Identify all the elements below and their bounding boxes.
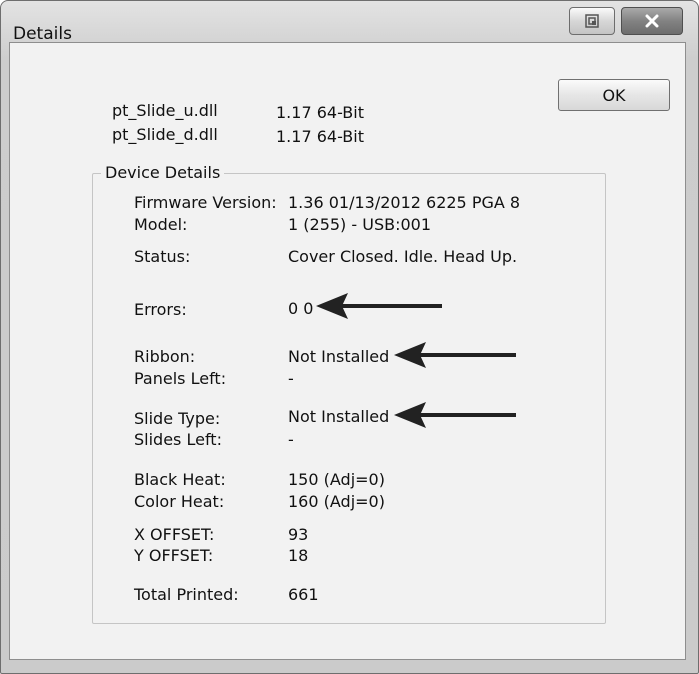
ribbon-label: Ribbon: <box>134 347 196 366</box>
color-heat-label: Color Heat: <box>134 492 225 511</box>
color-heat-value: 160 (Adj=0) <box>288 492 385 511</box>
firmware-label: Firmware Version: <box>134 193 277 212</box>
status-label: Status: <box>134 247 191 266</box>
y-offset-value: 18 <box>288 546 309 565</box>
status-value: Cover Closed. Idle. Head Up. <box>288 247 518 266</box>
restore-button[interactable] <box>569 7 615 35</box>
dll-name: pt_Slide_u.dll <box>112 101 218 120</box>
total-printed-value: 661 <box>288 585 319 604</box>
arrow-icon <box>394 342 516 368</box>
close-icon <box>645 14 659 28</box>
ok-button[interactable]: OK <box>558 79 670 111</box>
black-heat-value: 150 (Adj=0) <box>288 470 385 489</box>
details-window: Details OK pt_Slide_u.dll 1.17 64-Bit pt… <box>0 0 699 674</box>
total-printed-label: Total Printed: <box>134 585 239 604</box>
x-offset-value: 93 <box>288 525 309 544</box>
group-label: Device Details <box>101 163 225 182</box>
arrow-icon <box>316 293 442 319</box>
model-value: 1 (255) - USB:001 <box>288 215 432 234</box>
slide-type-label: Slide Type: <box>134 409 221 428</box>
arrow-icon <box>394 402 516 428</box>
panels-left-value: - <box>288 369 294 388</box>
dll-version: 1.17 64-Bit <box>276 127 364 146</box>
restore-icon <box>585 14 599 28</box>
dll-name: pt_Slide_d.dll <box>112 125 218 144</box>
panels-left-label: Panels Left: <box>134 369 227 388</box>
slide-type-value: Not Installed <box>288 407 390 426</box>
firmware-value: 1.36 01/13/2012 6225 PGA 8 <box>288 193 521 212</box>
black-heat-label: Black Heat: <box>134 470 226 489</box>
errors-value: 0 0 <box>288 299 314 318</box>
dll-version: 1.17 64-Bit <box>276 103 364 122</box>
y-offset-label: Y OFFSET: <box>134 546 214 565</box>
window-title: Details <box>13 24 72 44</box>
ribbon-value: Not Installed <box>288 347 390 366</box>
slides-left-label: Slides Left: <box>134 430 222 449</box>
close-button[interactable] <box>621 7 683 35</box>
dialog-body: OK pt_Slide_u.dll 1.17 64-Bit pt_Slide_d… <box>9 42 686 660</box>
x-offset-label: X OFFSET: <box>134 525 215 544</box>
title-bar[interactable]: Details <box>1 1 698 44</box>
errors-label: Errors: <box>134 300 187 319</box>
model-label: Model: <box>134 215 188 234</box>
slides-left-value: - <box>288 430 294 449</box>
